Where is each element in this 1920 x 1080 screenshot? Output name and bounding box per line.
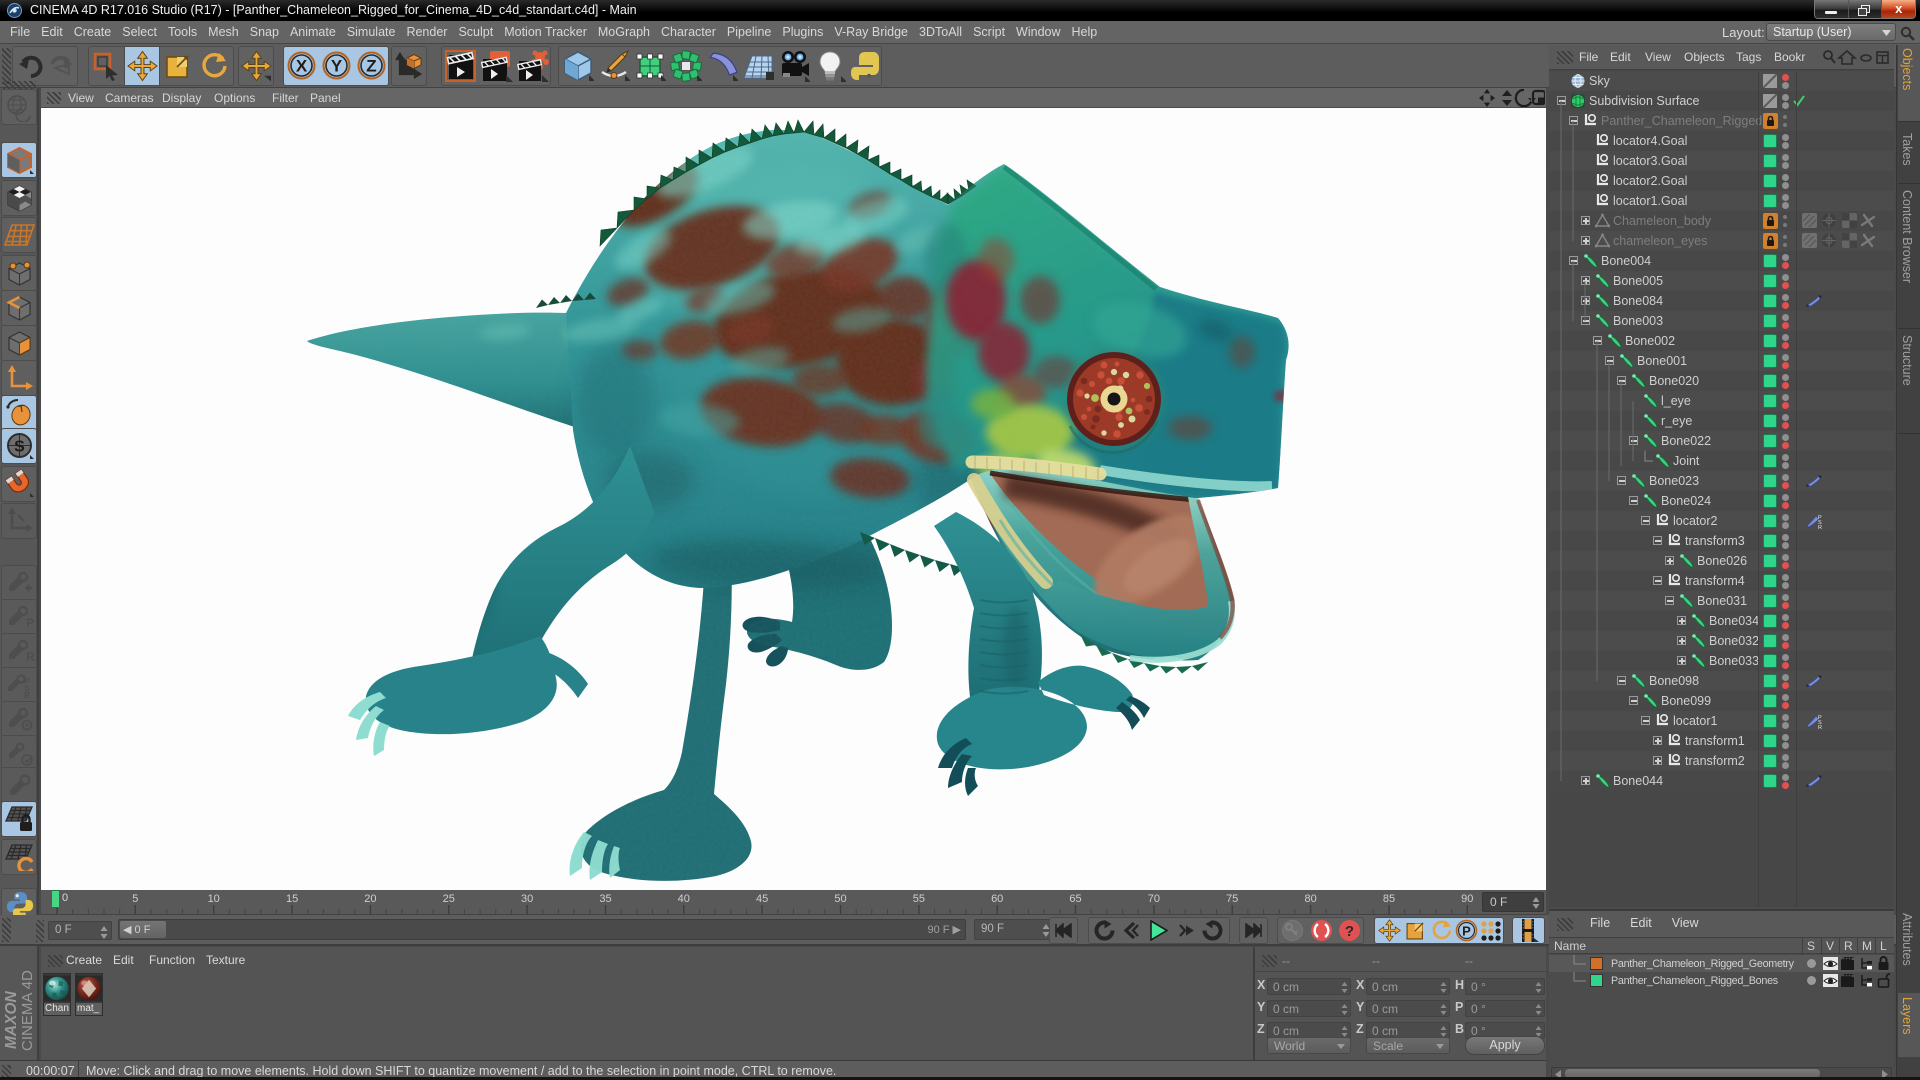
- svg-text:45: 45: [756, 893, 768, 905]
- svg-text:35: 35: [599, 893, 611, 905]
- svg-text:55: 55: [913, 893, 925, 905]
- svg-text:80: 80: [1304, 893, 1316, 905]
- svg-text:70: 70: [1148, 893, 1160, 905]
- svg-text:20: 20: [364, 893, 376, 905]
- svg-text:85: 85: [1383, 893, 1395, 905]
- svg-text:R: R: [24, 690, 30, 699]
- svg-text:?: ?: [1345, 923, 1354, 940]
- svg-text:Z: Z: [366, 57, 376, 76]
- svg-text:P: P: [1462, 924, 1471, 939]
- svg-text:P: P: [26, 616, 34, 630]
- svg-text:65: 65: [1069, 893, 1081, 905]
- svg-text:X: X: [296, 57, 308, 76]
- svg-text:60: 60: [991, 893, 1003, 905]
- svg-text:R: R: [26, 650, 34, 664]
- svg-text:90: 90: [1461, 893, 1473, 905]
- svg-text:30: 30: [521, 893, 533, 905]
- svg-text:5: 5: [132, 893, 138, 905]
- svg-text:S: S: [14, 439, 25, 456]
- svg-text:10: 10: [208, 893, 220, 905]
- svg-text:25: 25: [443, 893, 455, 905]
- svg-text:15: 15: [286, 893, 298, 905]
- svg-text:Y: Y: [331, 57, 343, 76]
- svg-text:50: 50: [834, 893, 846, 905]
- svg-text:40: 40: [678, 893, 690, 905]
- svg-text:75: 75: [1226, 893, 1238, 905]
